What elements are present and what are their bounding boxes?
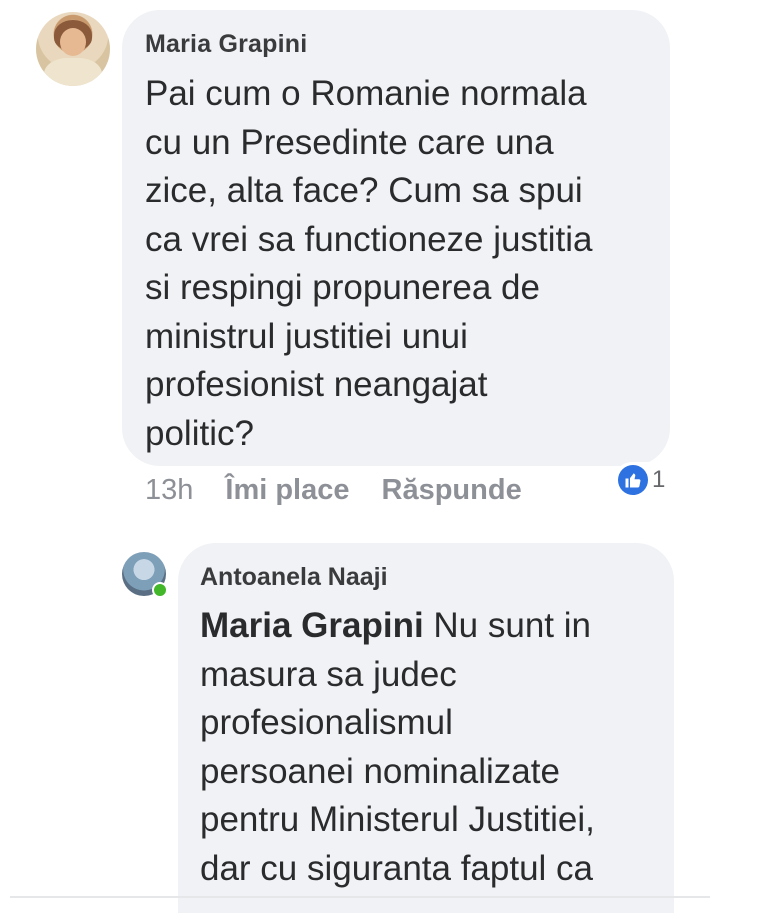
reaction-summary[interactable]: 1: [614, 462, 672, 498]
avatar-face: [60, 28, 86, 56]
reply-line: pentru Ministerul Justitiei,: [200, 800, 595, 839]
avatar-body: [44, 58, 102, 86]
comment-line: zice, alta face? Cum sa spui: [145, 171, 583, 210]
reply-first-line-text: Nu sunt in: [423, 606, 591, 645]
reaction-count: 1: [652, 466, 666, 493]
thumbs-up-icon: [618, 465, 648, 495]
comment-timestamp[interactable]: 13h: [145, 474, 193, 507]
like-button[interactable]: Îmi place: [225, 474, 349, 507]
online-status-icon: [152, 582, 168, 598]
reply-line: Maria Grapini Nu sunt in: [200, 602, 670, 651]
comment-actions: 13h Îmi place Răspunde: [145, 474, 522, 507]
comment-text: Pai cum o Romanie normala cu un Presedin…: [145, 70, 665, 458]
comment-line: politic?: [145, 413, 254, 453]
reply-text: Maria Grapini Nu sunt in masura sa judec…: [200, 602, 670, 893]
mention-link[interactable]: Maria Grapini: [200, 606, 424, 645]
reply-button[interactable]: Răspunde: [382, 474, 522, 507]
comment-line: si respingi propunerea de: [145, 268, 540, 307]
comment-line: Pai cum o Romanie normala: [145, 74, 587, 113]
comment-author[interactable]: Maria Grapini: [145, 30, 307, 59]
comment-line: profesionist neangajat: [145, 365, 488, 404]
avatar-maria-grapini[interactable]: [36, 12, 110, 86]
comment-line: ministrul justitiei unui: [145, 316, 468, 356]
avatar-antoanela-naaji[interactable]: [122, 552, 168, 598]
reply-line: persoanei nominalizate: [200, 751, 560, 791]
reply-line: profesionalismul: [200, 703, 453, 742]
comment-thread: Maria Grapini Pai cum o Romanie normala …: [0, 0, 768, 913]
reply-line: masura sa judec: [200, 654, 457, 694]
comment-line: cu un Presedinte care una: [145, 122, 554, 162]
reply-line: dar cu siguranta faptul ca: [200, 848, 594, 888]
divider: [10, 896, 710, 898]
reply-author[interactable]: Antoanela Naaji: [200, 563, 388, 592]
comment-line: ca vrei sa functioneze justitia: [145, 219, 593, 259]
